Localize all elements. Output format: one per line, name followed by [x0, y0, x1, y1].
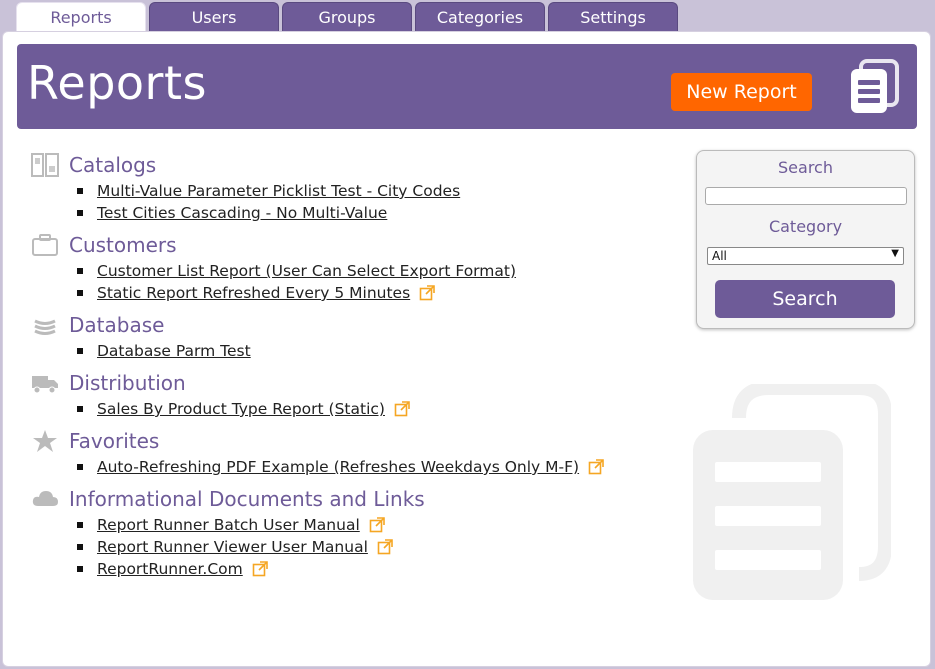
search-input[interactable]: [705, 187, 907, 205]
search-panel: Search Category All ▼ Search: [696, 150, 915, 329]
report-link[interactable]: Customer List Report (User Can Select Ex…: [97, 262, 516, 280]
external-link-icon[interactable]: [377, 539, 393, 555]
report-link[interactable]: Static Report Refreshed Every 5 Minutes: [97, 284, 410, 302]
external-link-icon[interactable]: [369, 517, 385, 533]
category-list: Catalogs Multi-Value Parameter Picklist …: [31, 150, 604, 586]
tab-settings[interactable]: Settings: [548, 2, 678, 32]
database-icon: [31, 313, 59, 337]
tab-groups[interactable]: Groups: [282, 2, 412, 32]
list-item: Test Cities Cascading - No Multi-Value: [77, 202, 604, 224]
page-title: Reports: [27, 56, 207, 110]
external-link-icon[interactable]: [588, 459, 604, 475]
category-name: Database: [69, 313, 165, 337]
category-name: Customers: [69, 233, 177, 257]
category-informational: Informational Documents and Links Report…: [31, 484, 604, 580]
list-item: Database Parm Test: [77, 340, 604, 362]
list-item: Report Runner Viewer User Manual: [77, 536, 604, 558]
category-catalogs: Catalogs Multi-Value Parameter Picklist …: [31, 150, 604, 224]
list-item: Sales By Product Type Report (Static): [77, 398, 604, 420]
category-label: Category: [768, 217, 843, 236]
cloud-icon: [31, 487, 59, 511]
briefcase-icon: [31, 233, 59, 257]
category-select[interactable]: All ▼: [707, 247, 904, 265]
list-item: Static Report Refreshed Every 5 Minutes: [77, 282, 604, 304]
list-item: Multi-Value Parameter Picklist Test - Ci…: [77, 180, 604, 202]
external-link-icon[interactable]: [394, 401, 410, 417]
list-item: ReportRunner.Com: [77, 558, 604, 580]
report-link[interactable]: Report Runner Viewer User Manual: [97, 538, 368, 556]
documents-watermark-icon: [691, 381, 892, 608]
truck-icon: [31, 371, 59, 395]
category-favorites: Favorites Auto-Refreshing PDF Example (R…: [31, 426, 604, 478]
report-link[interactable]: Test Cities Cascading - No Multi-Value: [97, 204, 387, 222]
report-link[interactable]: ReportRunner.Com: [97, 560, 243, 578]
list-item: Customer List Report (User Can Select Ex…: [77, 260, 604, 282]
category-name: Informational Documents and Links: [69, 487, 425, 511]
search-label: Search: [778, 158, 833, 177]
list-item: Auto-Refreshing PDF Example (Refreshes W…: [77, 456, 604, 478]
new-report-button[interactable]: New Report: [671, 73, 812, 111]
category-name: Distribution: [69, 371, 186, 395]
external-link-icon[interactable]: [252, 561, 268, 577]
tab-reports[interactable]: Reports: [16, 2, 146, 32]
category-name: Catalogs: [69, 153, 157, 177]
tab-users[interactable]: Users: [149, 2, 279, 32]
category-select-value: All: [712, 249, 727, 263]
star-icon: [31, 429, 59, 453]
tab-categories[interactable]: Categories: [415, 2, 545, 32]
chevron-down-icon: ▼: [891, 248, 899, 259]
report-link[interactable]: Multi-Value Parameter Picklist Test - Ci…: [97, 182, 460, 200]
list-item: Report Runner Batch User Manual: [77, 514, 604, 536]
report-link[interactable]: Sales By Product Type Report (Static): [97, 400, 385, 418]
page-header: Reports New Report: [17, 44, 917, 129]
documents-icon: [847, 59, 901, 119]
catalog-icon: [31, 153, 59, 177]
category-distribution: Distribution Sales By Product Type Repor…: [31, 368, 604, 420]
report-link[interactable]: Auto-Refreshing PDF Example (Refreshes W…: [97, 458, 579, 476]
search-button[interactable]: Search: [715, 280, 895, 318]
tab-bar: Reports Users Groups Categories Settings: [16, 2, 681, 32]
report-link[interactable]: Database Parm Test: [97, 342, 251, 360]
main-panel: Reports New Report Catalogs Multi-Value …: [2, 31, 931, 667]
external-link-icon[interactable]: [419, 285, 435, 301]
category-database: Database Database Parm Test: [31, 310, 604, 362]
category-customers: Customers Customer List Report (User Can…: [31, 230, 604, 304]
category-name: Favorites: [69, 429, 160, 453]
report-link[interactable]: Report Runner Batch User Manual: [97, 516, 360, 534]
